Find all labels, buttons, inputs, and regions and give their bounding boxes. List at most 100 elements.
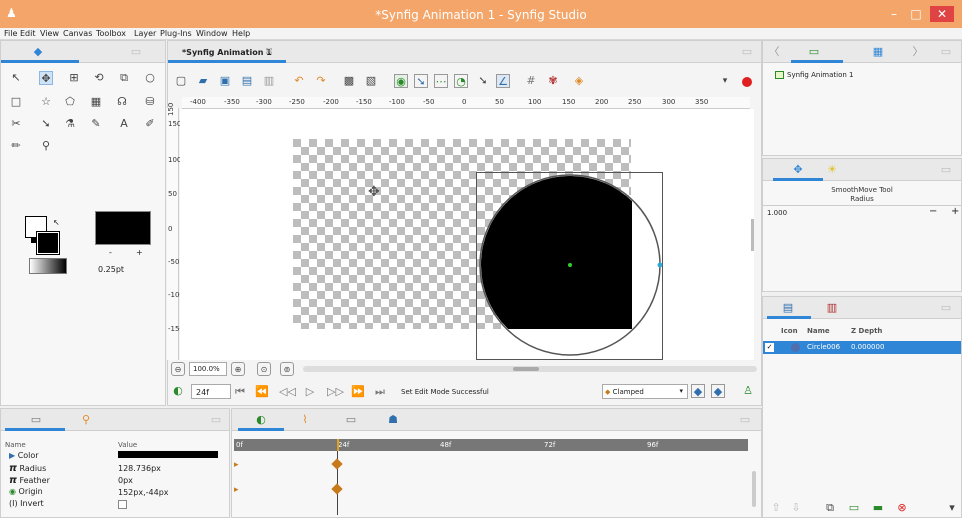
onion-skin-icon[interactable]: ✾ xyxy=(546,74,560,88)
circle-layer[interactable] xyxy=(470,164,670,360)
time-cursor[interactable] xyxy=(337,439,339,451)
polygon-tool-icon[interactable]: ⬠ xyxy=(63,95,77,109)
star-tool-icon[interactable]: ☆ xyxy=(39,95,53,109)
canvas-tab-label[interactable]: *Synfig Animation 1 xyxy=(182,48,272,57)
toggle-ducks-icon[interactable]: ◉ xyxy=(394,74,408,88)
raise-layer-icon[interactable]: ⇧ xyxy=(769,501,783,515)
param-color-row[interactable]: ▶ Color xyxy=(9,451,39,463)
seek-next-keyframe-icon[interactable]: ⏩ xyxy=(351,385,365,399)
interpolation-select[interactable]: ◆ Clamped ▾ xyxy=(602,384,688,399)
seek-prev-frame-icon[interactable]: ◁◁ xyxy=(279,385,296,399)
background-toggle-icon[interactable]: ◈ xyxy=(572,74,586,88)
seek-begin-icon[interactable]: ⏮ xyxy=(233,385,247,399)
new-file-icon[interactable]: ▢ xyxy=(174,74,188,88)
encapsulate-icon[interactable]: ▭ xyxy=(847,501,861,515)
horizontal-scrollbar[interactable] xyxy=(303,366,757,372)
canvas-browser-tab-icon[interactable]: ▭ xyxy=(807,45,821,59)
param-value[interactable]: 128.736px xyxy=(118,464,161,476)
redo-icon[interactable]: ↷ xyxy=(314,74,328,88)
close-button[interactable]: ✕ xyxy=(930,6,954,22)
brush-tool-icon[interactable]: ✐ xyxy=(143,117,157,131)
radius-value[interactable]: 1.000 xyxy=(767,209,787,217)
keyframe-lock-icon[interactable]: ◐ xyxy=(171,384,185,398)
width-tool-icon[interactable]: ➘ xyxy=(39,117,53,131)
origin-handle-icon[interactable] xyxy=(568,263,572,267)
spline-tool-icon[interactable]: ☊ xyxy=(115,95,129,109)
duplicate-layer-icon[interactable]: ⧉ xyxy=(823,501,837,515)
zoom-in-icon[interactable]: ⊕ xyxy=(231,362,245,376)
sketch-tool-icon[interactable]: ✏ xyxy=(9,139,23,153)
col-zdepth[interactable]: Z Depth xyxy=(851,327,882,335)
keyframe-marker[interactable] xyxy=(331,483,343,495)
canvas-browser-item[interactable]: Synfig Animation 1 xyxy=(787,71,853,79)
navigator-tab-icon[interactable]: ☀ xyxy=(825,163,839,177)
fill-tool-icon[interactable]: ⛁ xyxy=(143,95,157,109)
right-panel-menu-icon[interactable]: ▭ xyxy=(939,45,953,59)
layers-more-icon[interactable]: ▾ xyxy=(945,501,959,515)
transform-tool-icon[interactable]: ↖ xyxy=(9,71,23,85)
open-file-icon[interactable]: ▰ xyxy=(196,74,210,88)
save-icon[interactable]: ▣ xyxy=(218,74,232,88)
menu-canvas[interactable]: Canvas xyxy=(63,29,92,38)
zoom-tool-icon[interactable]: ⚲ xyxy=(39,139,53,153)
past-keyframes-lock-icon[interactable]: ◆ xyxy=(691,384,705,398)
delete-layer-icon[interactable]: ⊗ xyxy=(895,501,909,515)
toolbox-tab-icon[interactable]: ◆ xyxy=(31,45,45,59)
sets-tab-icon[interactable]: ▥ xyxy=(825,301,839,315)
menu-view[interactable]: View xyxy=(40,29,59,38)
param-value[interactable]: 0px xyxy=(118,476,133,488)
menu-file[interactable]: File xyxy=(4,29,17,38)
seek-end-icon[interactable]: ⏭ xyxy=(373,385,387,399)
reset-colors-icon[interactable] xyxy=(31,238,36,243)
group-layer-icon[interactable]: ▬ xyxy=(871,501,885,515)
angle-handles-icon[interactable]: ∠ xyxy=(496,74,510,88)
smoothmove-tool-icon[interactable]: ✥ xyxy=(39,71,53,85)
width-handles-icon[interactable]: ➘ xyxy=(476,74,490,88)
swap-colors-icon[interactable]: ↖ xyxy=(53,218,60,227)
horizontal-scroll-thumb[interactable] xyxy=(513,367,539,371)
sound-tab-icon[interactable]: ☗ xyxy=(386,413,400,427)
current-frame-field[interactable]: 24f xyxy=(191,384,231,399)
canvas-panel-menu-icon[interactable]: ▭ xyxy=(740,45,754,59)
zoom-100-icon[interactable]: ⊚ xyxy=(280,362,294,376)
width-decrease-button[interactable]: - xyxy=(109,248,112,257)
time-ruler[interactable]: 0f 24f 48f 72f 96f xyxy=(234,439,748,451)
tangent-handles-icon[interactable]: ⋯ xyxy=(434,74,448,88)
canvas-tab-close-icon[interactable]: ⌘ xyxy=(265,47,273,56)
play-icon[interactable]: ▷ xyxy=(303,385,317,399)
param-invert-row[interactable]: (I) Invert xyxy=(9,499,44,511)
rectangle-tool-icon[interactable]: □ xyxy=(9,95,23,109)
animation-mode-icon[interactable] xyxy=(742,77,752,87)
menu-plugins[interactable]: Plug-Ins xyxy=(160,29,192,38)
col-name[interactable]: Name xyxy=(807,327,830,335)
nav-forward-icon[interactable]: 〉 xyxy=(911,45,925,59)
menu-help[interactable]: Help xyxy=(232,29,250,38)
cutout-tool-icon[interactable]: ✂ xyxy=(9,117,23,131)
timetrack-panel-menu-icon[interactable]: ▭ xyxy=(738,413,752,427)
layers-tab-icon[interactable]: ▤ xyxy=(781,301,795,315)
rotate-tool-icon[interactable]: ⟲ xyxy=(92,71,106,85)
params-panel-menu-icon[interactable]: ▭ xyxy=(209,413,223,427)
render-icon[interactable]: ▩ xyxy=(342,74,356,88)
save-as-icon[interactable]: ▤ xyxy=(240,74,254,88)
layer-row[interactable]: ✓ Circle006 0.000000 xyxy=(763,341,961,354)
undo-icon[interactable]: ↶ xyxy=(292,74,306,88)
keyframes-tab-icon[interactable]: ▭ xyxy=(344,413,358,427)
grid-toggle-icon[interactable]: # xyxy=(524,74,538,88)
params-tab-icon[interactable]: ▭ xyxy=(29,413,43,427)
eyedrop-tool-icon[interactable]: ⚗ xyxy=(63,117,77,131)
panel-menu-icon[interactable]: ▭ xyxy=(129,45,143,59)
fill-color-swatch[interactable] xyxy=(36,231,60,255)
default-gradient[interactable] xyxy=(29,258,67,274)
scale-tool-icon[interactable]: ⊞ xyxy=(67,71,81,85)
invert-checkbox[interactable] xyxy=(118,500,127,509)
library-tab-icon[interactable]: ▦ xyxy=(871,45,885,59)
future-keyframes-lock-icon[interactable]: ◆ xyxy=(711,384,725,398)
menu-edit[interactable]: Edit xyxy=(20,29,36,38)
zoom-out-icon[interactable]: ⊖ xyxy=(171,362,185,376)
nav-back-icon[interactable]: 〈 xyxy=(767,45,781,59)
color-value-swatch[interactable] xyxy=(118,451,218,458)
vertical-scrollbar[interactable] xyxy=(751,219,754,251)
preview-icon[interactable]: ▧ xyxy=(364,74,378,88)
seek-next-frame-icon[interactable]: ▷▷ xyxy=(327,385,344,399)
